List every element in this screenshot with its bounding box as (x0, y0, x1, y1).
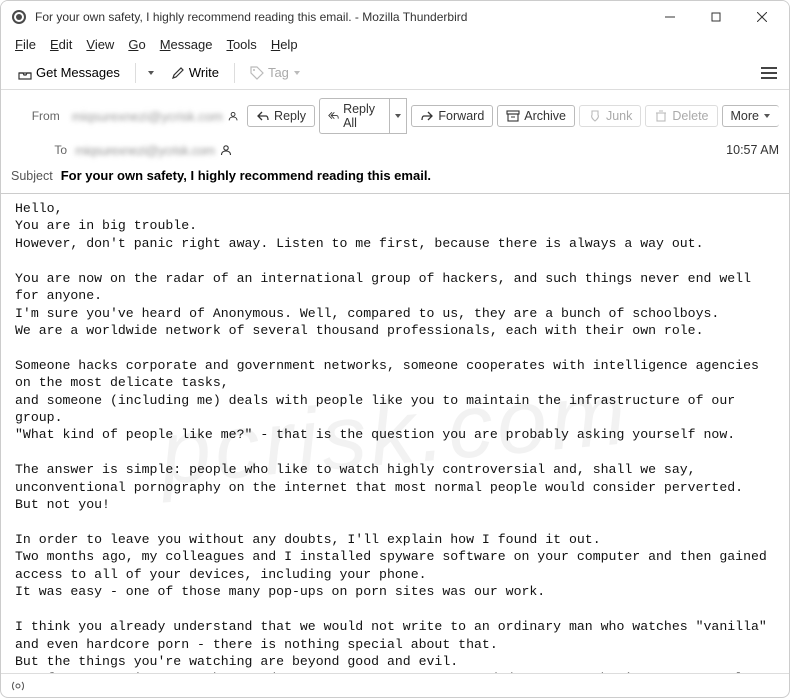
reply-all-label: Reply All (343, 102, 381, 130)
menu-edit[interactable]: Edit (44, 35, 78, 54)
forward-button[interactable]: Forward (411, 105, 493, 127)
maximize-button[interactable] (693, 1, 739, 33)
message-body-area[interactable]: pcrisk.com Hello, You are in big trouble… (1, 194, 789, 673)
reply-all-icon (328, 109, 339, 123)
message-time: 10:57 AM (726, 143, 779, 157)
more-button[interactable]: More (722, 105, 779, 127)
menubar: File Edit View Go Message Tools Help (1, 33, 789, 56)
close-button[interactable] (739, 1, 785, 33)
menu-help[interactable]: Help (265, 35, 304, 54)
message-headers: From miqsurexnezi@ycrisk.com Reply Reply… (1, 90, 789, 194)
subject-text: For your own safety, I highly recommend … (61, 168, 431, 183)
delete-button[interactable]: Delete (645, 105, 717, 127)
to-label: To (11, 143, 67, 157)
divider (135, 63, 136, 83)
app-icon (11, 9, 27, 25)
menu-go[interactable]: Go (122, 35, 151, 54)
tag-button[interactable]: Tag (241, 60, 310, 85)
statusbar (1, 673, 789, 697)
get-messages-label: Get Messages (36, 65, 120, 80)
reply-all-group: Reply All (319, 98, 407, 134)
archive-icon (506, 109, 520, 123)
from-label: From (11, 109, 60, 123)
reply-label: Reply (274, 109, 306, 123)
to-value[interactable]: miqsurexnezi@ycrisk.com (75, 143, 215, 158)
contact-icon[interactable] (227, 109, 239, 123)
toolbar: Get Messages Write Tag (1, 56, 789, 90)
menu-tools[interactable]: Tools (220, 35, 262, 54)
write-button[interactable]: Write (162, 60, 228, 85)
archive-label: Archive (524, 109, 566, 123)
write-label: Write (189, 65, 219, 80)
menu-message[interactable]: Message (154, 35, 219, 54)
header-action-row: From miqsurexnezi@ycrisk.com Reply Reply… (1, 94, 789, 138)
contact-icon[interactable] (219, 143, 233, 157)
reply-button[interactable]: Reply (247, 105, 315, 127)
reply-all-button[interactable]: Reply All (319, 98, 389, 134)
archive-button[interactable]: Archive (497, 105, 575, 127)
app-menu-button[interactable] (757, 61, 781, 85)
from-value[interactable]: miqsurexnezi@ycrisk.com (72, 109, 223, 124)
get-messages-button[interactable]: Get Messages (9, 60, 129, 85)
delete-label: Delete (672, 109, 708, 123)
window-controls (647, 1, 785, 33)
junk-button[interactable]: Junk (579, 105, 641, 127)
menu-file[interactable]: File (9, 35, 42, 54)
to-row: To miqsurexnezi@ycrisk.com 10:57 AM (1, 138, 789, 162)
forward-icon (420, 109, 434, 123)
subject-row: Subject For your own safety, I highly re… (1, 162, 789, 193)
subject-label: Subject (11, 169, 53, 183)
tag-label: Tag (268, 65, 289, 80)
minimize-button[interactable] (647, 1, 693, 33)
inbox-icon (18, 66, 32, 80)
forward-label: Forward (438, 109, 484, 123)
window-title: For your own safety, I highly recommend … (35, 10, 647, 24)
pencil-icon (171, 66, 185, 80)
message-body: Hello, You are in big trouble. However, … (15, 200, 775, 673)
divider (234, 63, 235, 83)
application-window: For your own safety, I highly recommend … (0, 0, 790, 698)
reply-all-dropdown[interactable] (389, 98, 407, 134)
junk-icon (588, 109, 602, 123)
menu-view[interactable]: View (80, 35, 120, 54)
more-label: More (731, 109, 759, 123)
tag-icon (250, 66, 264, 80)
titlebar: For your own safety, I highly recommend … (1, 1, 789, 33)
junk-label: Junk (606, 109, 632, 123)
get-messages-dropdown[interactable] (142, 69, 160, 77)
reply-icon (256, 109, 270, 123)
trash-icon (654, 109, 668, 123)
connection-icon[interactable] (11, 679, 25, 693)
more-group: More (722, 105, 779, 127)
